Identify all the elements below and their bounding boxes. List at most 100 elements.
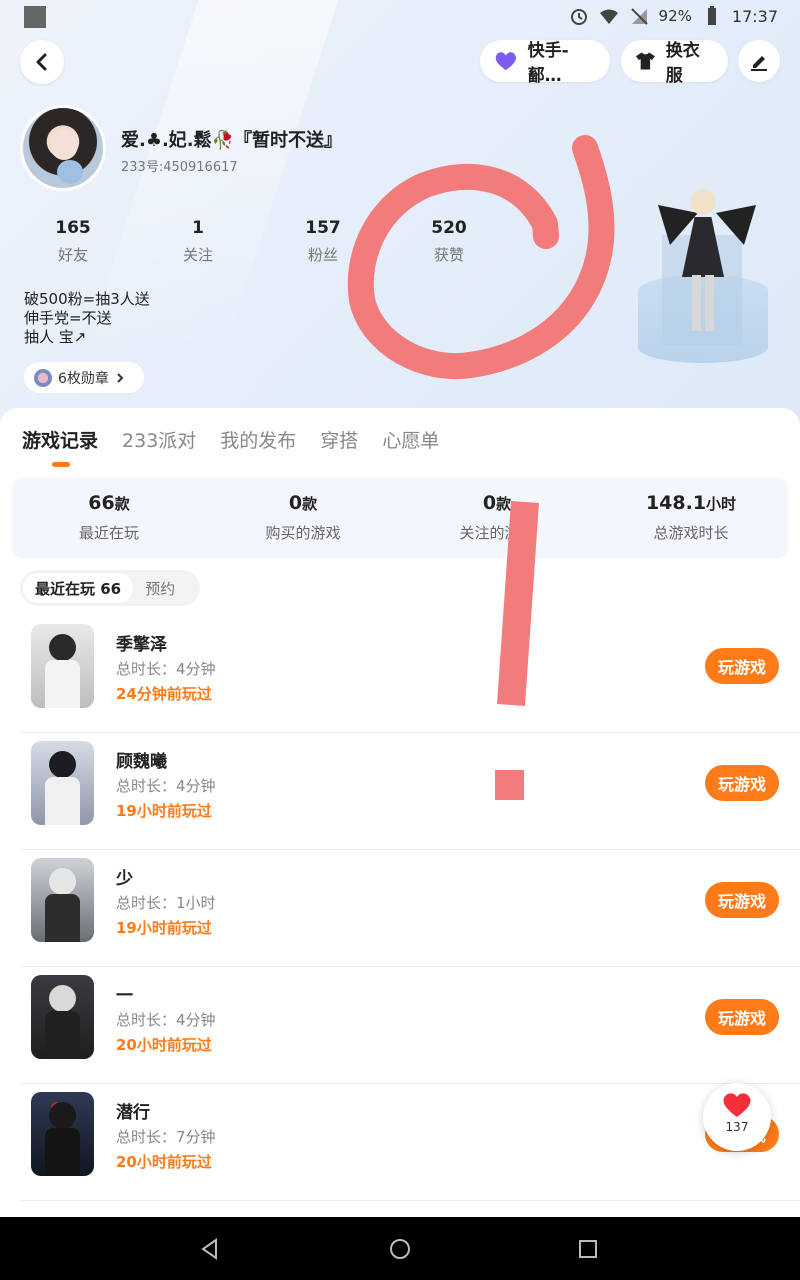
nav-back-icon[interactable] — [198, 1237, 222, 1261]
thumb-body — [45, 660, 80, 708]
game-duration: 总时长：4分钟 — [116, 777, 216, 795]
play-game-button[interactable]: 玩游戏 — [705, 765, 779, 801]
medals-button[interactable]: 6枚勋章 — [24, 362, 144, 393]
thumb-head — [49, 1102, 76, 1129]
subtab-recent[interactable]: 最近在玩 66 — [23, 573, 134, 603]
game-last-played: 20小时前玩过 — [116, 1153, 212, 1171]
game-name: 少 — [116, 869, 133, 889]
summary-label: 总游戏时长 — [653, 524, 729, 542]
summary-purchased[interactable]: 0款 购买的游戏 — [206, 492, 400, 543]
tab-outfits[interactable]: 穿搭 — [320, 426, 358, 453]
thumb-body — [45, 777, 80, 825]
medals-label: 6枚勋章 — [58, 370, 109, 387]
game-pill-button[interactable]: 快手-鄐… — [480, 40, 610, 86]
game-last-played: 20小时前玩过 — [116, 1036, 212, 1054]
summary-unit: 款 — [302, 495, 318, 513]
game-thumbnail — [31, 624, 94, 708]
tab-233-party[interactable]: 233派对 — [122, 426, 196, 453]
no-signal-icon — [630, 8, 648, 25]
thumb-head — [49, 985, 76, 1012]
game-duration: 总时长：7分钟 — [116, 1128, 216, 1146]
game-row[interactable]: 潜行 总时长：7分钟 20小时前玩过 玩游戏 — [20, 1084, 800, 1201]
nav-recents-icon[interactable] — [576, 1237, 600, 1261]
user-id: 233号:450916617 — [121, 160, 238, 175]
play-game-button[interactable]: 玩游戏 — [705, 882, 779, 918]
stat-value: 165 — [55, 218, 91, 238]
game-thumbnail — [31, 741, 94, 825]
stat-value: 157 — [305, 218, 341, 238]
change-outfit-label: 换衣服 — [665, 41, 700, 86]
game-duration: 总时长：1小时 — [116, 894, 216, 912]
purple-heart-icon — [495, 52, 516, 71]
game-name: 一 — [116, 986, 133, 1006]
stat-label: 关注 — [182, 246, 213, 264]
stat-likes[interactable]: 520 获赞 — [404, 218, 494, 265]
summary-recent[interactable]: 66款 最近在玩 — [12, 492, 206, 543]
back-button[interactable] — [20, 40, 64, 84]
tab-my-posts[interactable]: 我的发布 — [220, 426, 296, 453]
subtab-reserved[interactable]: 预约 — [133, 573, 187, 603]
summary-unit: 款 — [114, 495, 130, 513]
stat-fans[interactable]: 157 粉丝 — [278, 218, 368, 265]
play-game-button[interactable]: 玩游戏 — [705, 648, 779, 684]
tab-game-records[interactable]: 游戏记录 — [22, 426, 98, 453]
game-row[interactable]: 少 总时长：1小时 19小时前玩过 玩游戏 — [20, 850, 800, 967]
status-bar: 92% 17:37 — [0, 0, 800, 34]
game-last-played: 19小时前玩过 — [116, 802, 212, 820]
tab-indicator — [52, 462, 70, 467]
game-thumbnail — [31, 975, 94, 1059]
summary-playtime[interactable]: 148.1小时 总游戏时长 — [594, 492, 788, 543]
play-game-button[interactable]: 玩游戏 — [705, 999, 779, 1035]
bio: 破500粉=抽3人送 伸手党=不送 抽人 宝↗ — [24, 290, 150, 347]
game-summary: 66款 最近在玩 0款 购买的游戏 0款 关注的游戏 148.1小时 总游戏时长 — [12, 478, 788, 558]
thumb-head — [49, 634, 76, 661]
system-nav-bar — [0, 1217, 800, 1280]
like-float-button[interactable]: 137 — [703, 1083, 771, 1151]
tshirt-icon — [635, 52, 655, 70]
game-name: 季擎泽 — [116, 635, 167, 655]
tab-wishlist[interactable]: 心愿单 — [382, 426, 439, 453]
game-duration: 总时长：4分钟 — [116, 660, 216, 678]
change-outfit-button[interactable]: 换衣服 — [621, 40, 728, 86]
summary-followed[interactable]: 0款 关注的游戏 — [400, 492, 594, 543]
subtab-bar: 最近在玩 66 预约 — [20, 570, 200, 606]
stat-value: 1 — [192, 218, 204, 238]
thumb-head — [49, 751, 76, 778]
stat-following[interactable]: 1 关注 — [153, 218, 243, 265]
game-row[interactable]: 季擎泽 总时长：4分钟 24分钟前玩过 玩游戏 — [20, 616, 800, 733]
summary-label: 购买的游戏 — [265, 524, 341, 542]
notification-icon — [24, 6, 46, 28]
game-row[interactable]: 一 总时长：4分钟 20小时前玩过 玩游戏 — [20, 967, 800, 1084]
content-card: 游戏记录 233派对 我的发布 穿搭 心愿单 66款 最近在玩 0款 购买的游戏… — [0, 408, 800, 1218]
summary-unit: 小时 — [706, 495, 737, 513]
avatar[interactable] — [20, 105, 106, 191]
summary-label: 关注的游戏 — [459, 524, 535, 542]
summary-value: 148.1 — [645, 492, 707, 514]
game-last-played: 24分钟前玩过 — [116, 685, 212, 703]
nav-home-icon[interactable] — [388, 1237, 412, 1261]
like-count: 137 — [725, 1120, 749, 1134]
wifi-icon — [599, 9, 618, 24]
alarm-icon — [570, 9, 587, 25]
character-legs — [692, 275, 714, 331]
stat-label: 粉丝 — [307, 246, 338, 264]
game-name: 顾魏曦 — [116, 752, 167, 772]
stat-friends[interactable]: 165 好友 — [28, 218, 118, 265]
pen-icon — [751, 56, 767, 71]
tab-bar: 游戏记录 233派对 我的发布 穿搭 心愿单 — [22, 426, 439, 453]
avatar-face — [50, 130, 78, 160]
battery-icon — [707, 6, 716, 25]
summary-value: 66 — [88, 492, 115, 514]
game-pill-label: 快手-鄐… — [527, 41, 569, 86]
nickname: 爱.♣.妃.鬆🥀『暂时不送』 — [121, 130, 343, 151]
stat-value: 520 — [431, 218, 467, 238]
game-duration: 总时长：4分钟 — [116, 1011, 216, 1029]
chevron-right-icon — [117, 372, 124, 383]
game-row[interactable]: 顾魏曦 总时长：4分钟 19小时前玩过 玩游戏 — [20, 733, 800, 850]
avatar-toy — [57, 160, 83, 184]
avatar-3d-character[interactable] — [630, 175, 800, 375]
character-head — [690, 189, 716, 215]
game-thumbnail — [31, 858, 94, 942]
edit-profile-button[interactable] — [738, 40, 780, 82]
bio-line: 伸手党=不送 — [24, 309, 112, 327]
